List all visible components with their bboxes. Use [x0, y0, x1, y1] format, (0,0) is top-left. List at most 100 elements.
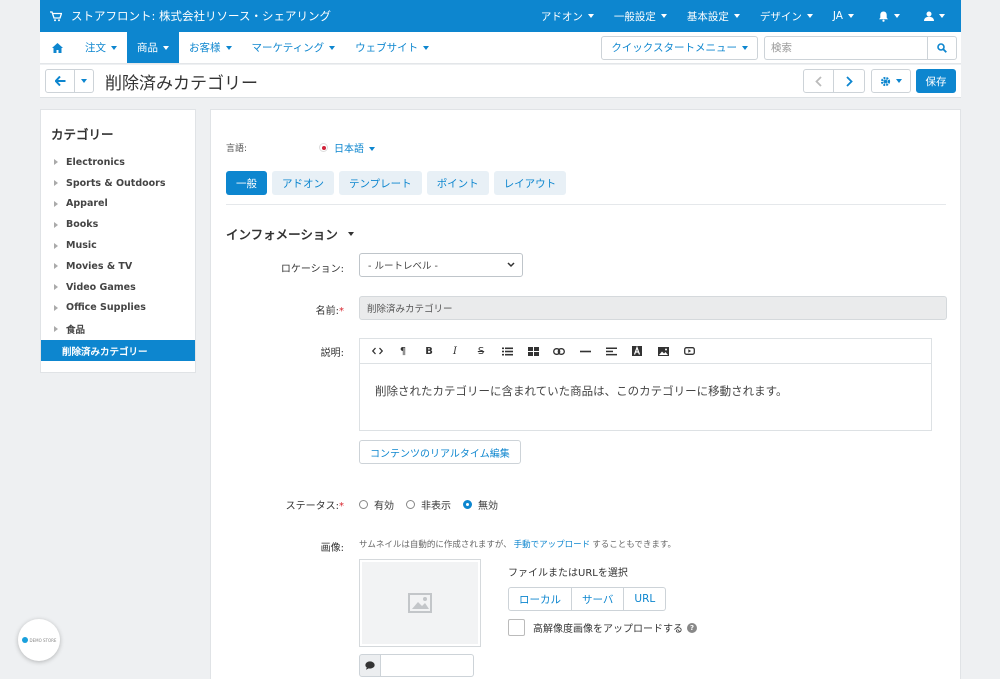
chevron-down-icon	[896, 79, 902, 83]
code-icon	[371, 347, 383, 355]
search-input[interactable]: 検索	[764, 35, 927, 60]
image-hint-text: サムネイルは自動的に作成されますが、	[359, 540, 512, 550]
location-select[interactable]: - ルートレベル -	[359, 253, 523, 277]
hires-upload-checkbox[interactable]	[508, 619, 525, 636]
expand-icon[interactable]	[54, 200, 58, 207]
sidebar-item-apparel[interactable]: Apparel	[41, 194, 195, 215]
chevron-down-icon	[806, 14, 813, 18]
status-option-hidden[interactable]: 非表示	[406, 497, 451, 512]
live-content-edit-button[interactable]: コンテンツのリアルタイム編集	[359, 440, 521, 464]
topmenu-design[interactable]: デザイン	[750, 0, 823, 32]
expand-icon[interactable]	[54, 325, 58, 332]
local-file-button[interactable]: ローカル	[508, 587, 572, 611]
expand-icon[interactable]	[54, 304, 58, 311]
quickstart-menu-button[interactable]: クイックスタートメニュー	[601, 35, 758, 60]
section-toggle-information[interactable]: インフォメーション	[226, 224, 354, 243]
url-file-button[interactable]: URL	[624, 587, 667, 611]
storefront-label: ストアフロント: 株式会社リソース・シェアリング	[71, 9, 331, 23]
sidebar-item-deleted-category[interactable]: 削除済みカテゴリー	[41, 340, 195, 361]
status-option-active[interactable]: 有効	[359, 497, 394, 512]
nav-products[interactable]: 商品	[127, 32, 179, 63]
sidebar-item-movies-tv[interactable]: Movies & TV	[41, 256, 195, 277]
insert-image-button[interactable]	[650, 341, 676, 361]
sidebar-item-label: Electronics	[66, 156, 125, 168]
topmenu-language[interactable]: JA	[823, 0, 864, 32]
sidebar-item-label: Books	[66, 219, 99, 231]
back-history-dropdown[interactable]	[75, 69, 94, 93]
tab-templates[interactable]: テンプレート	[339, 171, 422, 195]
storefront-switcher[interactable]: ストアフロント: 株式会社リソース・シェアリング	[40, 8, 331, 24]
link-button[interactable]	[546, 341, 572, 361]
status-radio-disabled[interactable]	[463, 500, 472, 509]
unordered-list-button[interactable]	[494, 341, 520, 361]
paragraph-button[interactable]: ¶	[390, 341, 416, 361]
topmenu-addons[interactable]: アドオン	[531, 0, 604, 32]
nav-marketing[interactable]: マーケティング	[242, 32, 346, 63]
topmenu-basic-settings[interactable]: 基本設定	[677, 0, 750, 32]
sidebar-item-food[interactable]: 食品	[41, 318, 195, 339]
tab-general[interactable]: 一般	[226, 171, 267, 195]
alt-text-input[interactable]	[381, 654, 474, 677]
link-icon	[553, 347, 565, 355]
chevron-down-icon	[939, 14, 945, 18]
expand-icon[interactable]	[54, 263, 58, 270]
sidebar-item-electronics[interactable]: Electronics	[41, 152, 195, 173]
search-button[interactable]	[927, 35, 957, 60]
expand-icon[interactable]	[54, 159, 58, 166]
language-label: 言語:	[226, 144, 248, 154]
status-radio-active[interactable]	[359, 500, 368, 509]
demo-store-widget[interactable]: DEMO STORE	[18, 619, 60, 661]
strikethrough-button[interactable]: S	[468, 341, 494, 361]
editor-toolbar: ¶ B I S	[360, 339, 931, 364]
horizontal-rule-button[interactable]	[572, 341, 598, 361]
chevron-down-icon	[660, 14, 667, 18]
back-button[interactable]	[45, 69, 75, 93]
sidebar-item-office-supplies[interactable]: Office Supplies	[41, 298, 195, 319]
tab-points[interactable]: ポイント	[426, 171, 489, 195]
expand-icon[interactable]	[54, 242, 58, 249]
notifications-button[interactable]	[864, 0, 914, 32]
status-option-disabled[interactable]: 無効	[463, 497, 498, 512]
server-file-button[interactable]: サーバ	[572, 587, 625, 611]
main-nav: 注文 商品 お客様 マーケティング ウェブサイト クイックスタートメニュー 検索	[40, 32, 961, 64]
chevron-down-icon	[347, 231, 354, 236]
previous-item-button[interactable]	[803, 69, 834, 93]
align-button[interactable]	[598, 341, 624, 361]
code-view-button[interactable]	[364, 341, 390, 361]
sidebar-item-sports-outdoors[interactable]: Sports & Outdoors	[41, 173, 195, 194]
user-menu-button[interactable]	[914, 0, 961, 32]
nav-website[interactable]: ウェブサイト	[345, 32, 439, 63]
language-selector[interactable]: 日本語	[334, 140, 376, 155]
nav-customers[interactable]: お客様	[179, 32, 242, 63]
sidebar-item-books[interactable]: Books	[41, 214, 195, 235]
insert-video-button[interactable]	[676, 341, 702, 361]
save-button[interactable]: 保存	[916, 69, 956, 93]
topmenu-general-settings[interactable]: 一般設定	[604, 0, 677, 32]
status-radio-hidden[interactable]	[406, 500, 415, 509]
home-link[interactable]	[40, 32, 75, 63]
chevron-down-icon	[742, 45, 748, 50]
expand-icon[interactable]	[54, 180, 58, 187]
italic-button[interactable]: I	[442, 341, 468, 361]
settings-dropdown-button[interactable]	[871, 69, 911, 93]
font-color-button[interactable]	[624, 341, 650, 361]
name-field[interactable]: 削除済みカテゴリー	[359, 296, 947, 320]
user-icon	[924, 11, 934, 21]
table-button[interactable]	[520, 341, 546, 361]
page-title: 削除済みカテゴリー	[105, 73, 258, 94]
sidebar-item-video-games[interactable]: Video Games	[41, 277, 195, 298]
sidebar-item-music[interactable]: Music	[41, 235, 195, 256]
nav-orders[interactable]: 注文	[75, 32, 127, 63]
expand-icon[interactable]	[54, 221, 58, 228]
sidebar-heading: カテゴリー	[51, 127, 114, 142]
comment-icon	[359, 654, 381, 677]
bold-button[interactable]: B	[416, 341, 442, 361]
strikethrough-icon: S	[477, 345, 485, 357]
manual-upload-link[interactable]: 手動でアップロード	[514, 538, 591, 550]
next-item-button[interactable]	[834, 69, 865, 93]
description-content[interactable]: 削除されたカテゴリーに含まれていた商品は、このカテゴリーに移動されます。	[360, 364, 931, 399]
tab-layouts[interactable]: レイアウト	[493, 171, 567, 195]
tab-addons[interactable]: アドオン	[272, 171, 334, 195]
question-icon[interactable]: ?	[687, 622, 697, 633]
expand-icon[interactable]	[54, 284, 58, 291]
